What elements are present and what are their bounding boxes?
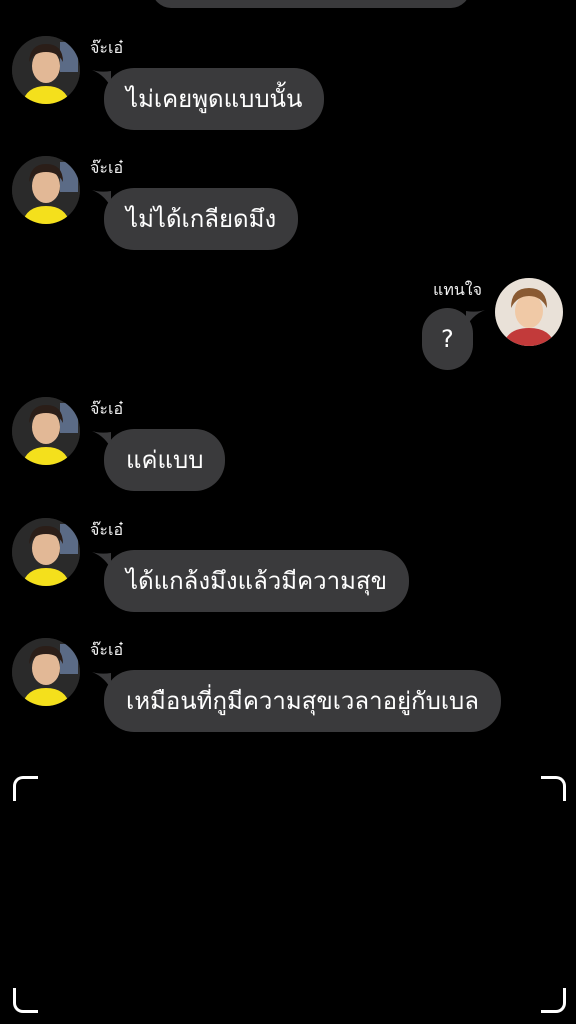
avatar-image (495, 278, 563, 346)
avatar-sender-left[interactable] (12, 638, 80, 706)
sender-name: จ๊ะเอ๋ (90, 38, 124, 57)
avatar-sender-right[interactable] (495, 278, 563, 346)
avatar-image (12, 518, 80, 586)
sender-name: จ๊ะเอ๋ (90, 399, 124, 418)
frame-corner-bottom-left (13, 988, 38, 1013)
avatar-image (12, 638, 80, 706)
frame-corner-top-right (541, 776, 566, 801)
avatar-sender-left[interactable] (12, 518, 80, 586)
sender-name: จ๊ะเอ๋ (90, 158, 124, 177)
avatar-sender-left[interactable] (12, 397, 80, 465)
sender-name: จ๊ะเอ๋ (90, 520, 124, 539)
message-bubble[interactable]: เหมือนที่กูมีความสุขเวลาอยู่กับเบล (104, 670, 501, 732)
avatar-sender-left[interactable] (12, 156, 80, 224)
message-bubble[interactable]: ได้แกล้งมึงแล้วมีความสุข (104, 550, 409, 612)
sender-name: จ๊ะเอ๋ (90, 640, 124, 659)
message-bubble[interactable]: แค่แบบ (104, 429, 226, 491)
previous-message-bubble (152, 0, 470, 8)
avatar-image (12, 397, 80, 465)
message-bubble[interactable]: ไม่เคยพูดแบบนั้น (104, 68, 325, 130)
avatar-sender-left[interactable] (12, 36, 80, 104)
message-bubble[interactable]: ไม่ได้เกลียดมึง (104, 188, 299, 250)
frame-corner-top-left (13, 776, 38, 801)
frame-corner-bottom-right (541, 988, 566, 1013)
message-bubble[interactable]: ? (422, 308, 473, 370)
sender-name: แทนใจ (433, 280, 482, 299)
avatar-image (12, 156, 80, 224)
avatar-image (12, 36, 80, 104)
